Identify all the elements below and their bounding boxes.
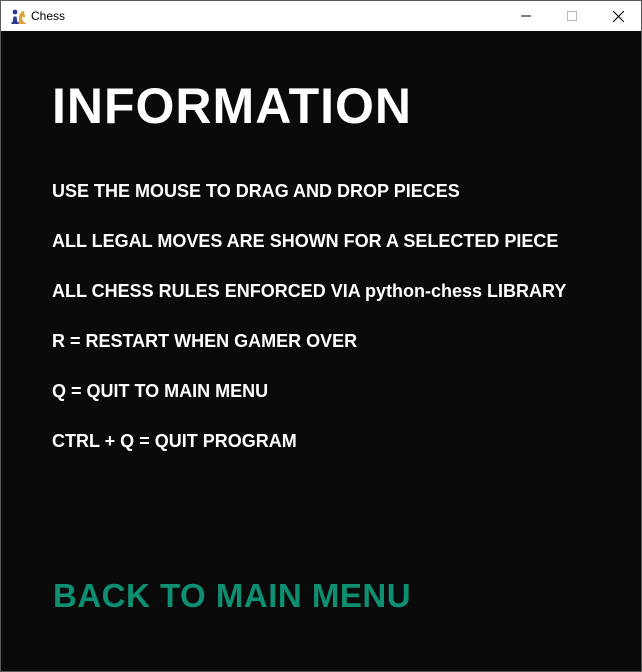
info-line-drag-drop: USE THE MOUSE TO DRAG AND DROP PIECES: [52, 181, 460, 201]
info-line-restart: R = RESTART WHEN GAMER OVER: [52, 331, 358, 351]
window-title: Chess: [31, 9, 66, 23]
close-icon: [612, 10, 624, 22]
close-button[interactable]: [595, 1, 641, 31]
info-screen: INFORMATION USE THE MOUSE TO DRAG AND DR…: [1, 32, 641, 671]
back-to-main-menu-button[interactable]: BACK TO MAIN MENU: [53, 577, 411, 615]
minimize-icon: [521, 15, 531, 17]
page-title: INFORMATION: [52, 78, 413, 134]
minimize-button[interactable]: [503, 1, 549, 31]
info-line-rules: ALL CHESS RULES ENFORCED VIA python-ches…: [52, 281, 567, 301]
chess-window: Chess INFORMATION USE THE MOUSE TO DRAG …: [0, 0, 642, 672]
maximize-button[interactable]: [549, 1, 595, 31]
info-line-quit-menu: Q = QUIT TO MAIN MENU: [52, 381, 269, 401]
maximize-icon: [567, 11, 577, 21]
title-bar[interactable]: Chess: [1, 1, 641, 31]
info-line-quit-program: CTRL + Q = QUIT PROGRAM: [52, 431, 297, 451]
info-line-legal-moves: ALL LEGAL MOVES ARE SHOWN FOR A SELECTED…: [52, 231, 559, 251]
chess-pieces-icon: [11, 9, 26, 24]
